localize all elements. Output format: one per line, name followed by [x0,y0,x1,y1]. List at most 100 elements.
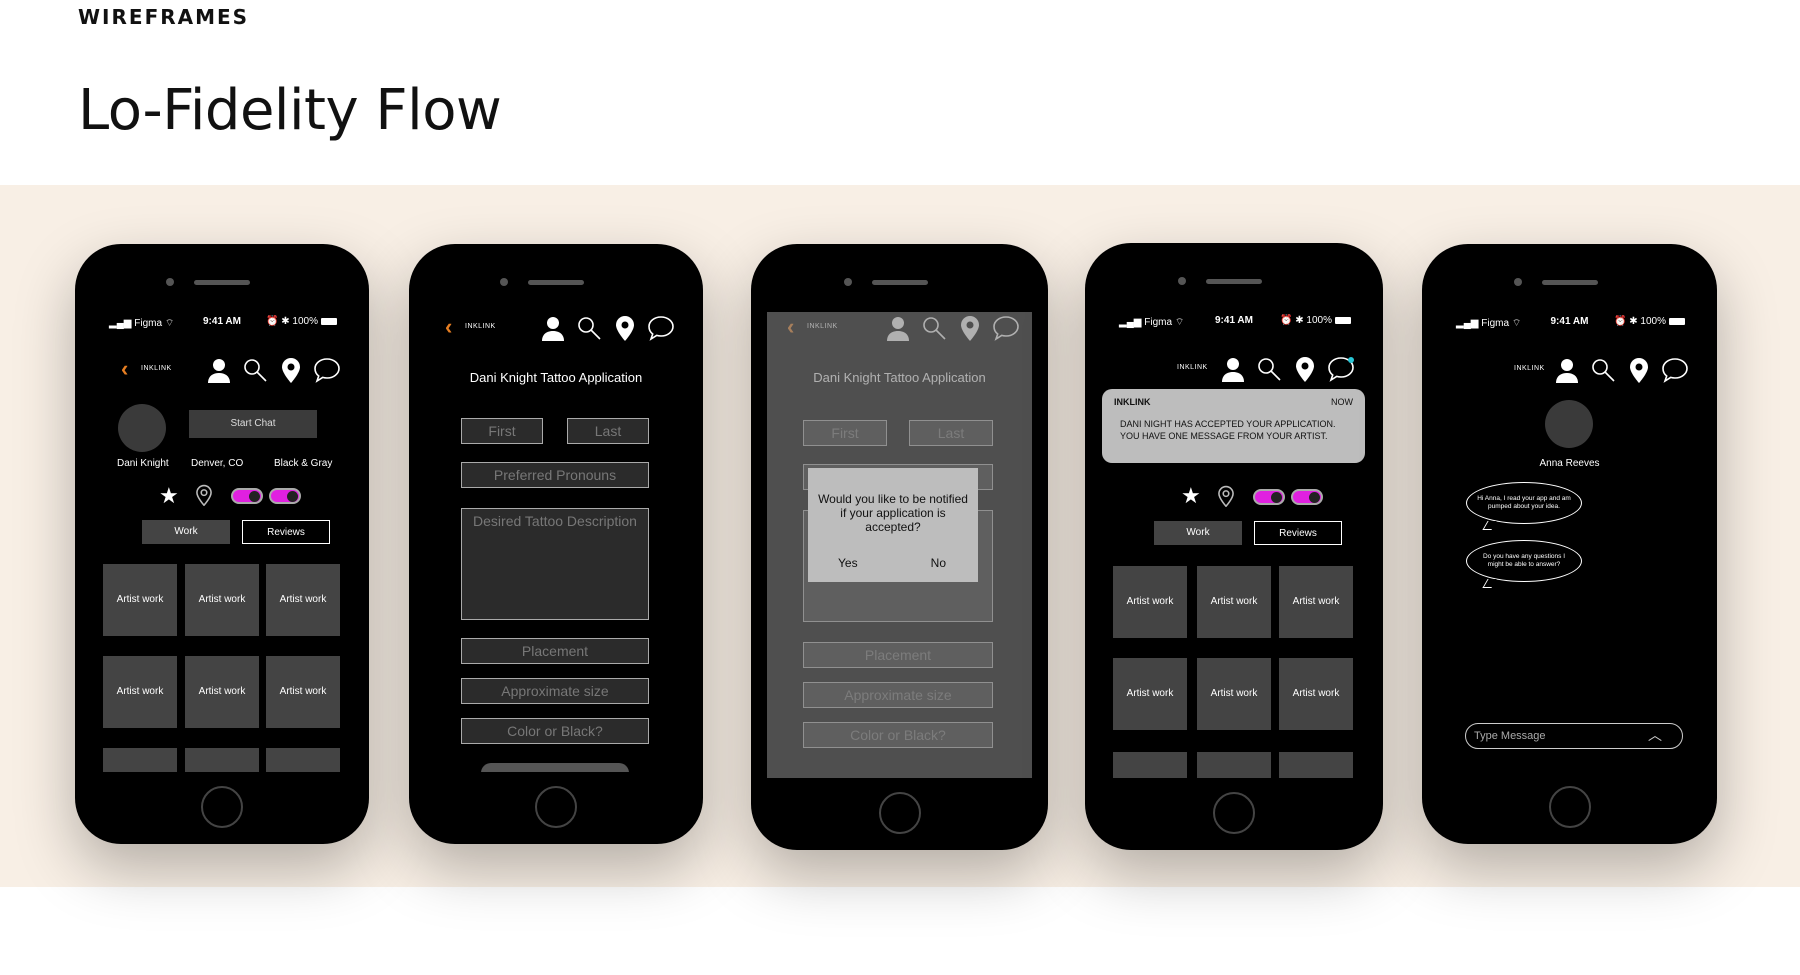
brand-label: INKLINK [1177,364,1208,371]
chat-contact-name: Anna Reeves [1539,458,1600,469]
top-nav: INKLINK [1101,353,1367,385]
tab-work[interactable]: Work [142,520,230,544]
location-pin-icon[interactable] [1291,355,1319,383]
artist-work-tile[interactable]: Artist work [103,564,177,636]
artist-work-tile[interactable]: Artist work [266,656,340,728]
avatar [1545,400,1593,448]
toggle-switch[interactable] [1291,489,1323,505]
home-button[interactable] [1548,786,1591,828]
dialog-yes-button[interactable]: Yes [838,556,858,570]
nav-icons [205,356,341,384]
location-pin-outline-icon[interactable] [1215,485,1237,508]
artist-work-tile[interactable] [185,748,259,772]
page-title: Lo-Fidelity Flow [78,78,502,143]
pronouns-field[interactable]: Preferred Pronouns [461,462,649,488]
artist-work-tile[interactable] [1197,752,1271,778]
user-icon[interactable] [1553,356,1581,384]
battery-indicator: ⏰ ✱ 100% [266,316,337,327]
battery-indicator: ⏰ ✱ 100% [1280,315,1351,326]
status-bar: ▂▄▆ Figma ⌔ 9:41 AM ⏰ ✱ 100% [91,312,353,332]
artist-work-tile[interactable]: Artist work [185,656,259,728]
home-button[interactable] [535,786,577,828]
dialog-question: Would you like to be notified if your ap… [818,492,968,534]
application-title: Dani Knight Tattoo Application [469,370,643,385]
location-pin-icon[interactable] [277,356,305,384]
chat-bubble-unread-icon[interactable] [1327,355,1355,383]
toggle-switch[interactable] [1253,489,1285,505]
star-icon[interactable]: ★ [1181,483,1201,509]
brand-label: INKLINK [141,365,172,372]
toggle-switch[interactable] [231,488,263,504]
user-icon[interactable] [1219,355,1247,383]
chat-message: Hi Anna, I read your app and am pumped a… [1466,482,1582,524]
first-name-field[interactable]: First [461,418,543,444]
phone-application: ‹ INKLINK Dani Knight Tattoo Application… [409,244,703,844]
status-bar: ▂▄▆ Figma ⌔ 9:41 AM ⏰ ✱ 100% [1101,311,1367,331]
section-eyebrow: WIREFRAMES [78,5,250,29]
nav-icons [1219,355,1355,383]
location-pin-icon[interactable] [1625,356,1653,384]
tab-reviews[interactable]: Reviews [1254,521,1342,545]
artist-work-tile[interactable]: Artist work [1113,658,1187,730]
chevron-left-icon[interactable]: ‹ [121,356,128,382]
artist-location: Denver, CO [191,458,244,469]
search-icon[interactable] [1255,355,1283,383]
toggle-switch[interactable] [269,488,301,504]
nav-icons [1553,356,1689,384]
artist-work-tile[interactable] [266,748,340,772]
artist-work-tile[interactable]: Artist work [266,564,340,636]
chevron-left-icon[interactable]: ‹ [445,314,452,340]
dialog-no-button[interactable]: No [931,556,946,570]
color-field[interactable]: Color or Black? [461,718,649,744]
artist-work-tile[interactable]: Artist work [1113,566,1187,638]
location-pin-icon[interactable] [611,314,639,342]
tab-work[interactable]: Work [1154,521,1242,545]
chat-bubble-icon[interactable] [313,356,341,384]
artist-work-tile[interactable]: Artist work [1279,658,1353,730]
screen-chat: ▂▄▆ Figma ⌔ 9:41 AM ⏰ ✱ 100% INKLINK Ann… [1438,312,1701,772]
search-icon[interactable] [241,356,269,384]
phone-notification: ▂▄▆ Figma ⌔ 9:41 AM ⏰ ✱ 100% INKLINK INK… [1085,243,1383,850]
location-pin-outline-icon[interactable] [193,484,215,507]
home-button[interactable] [1213,792,1255,834]
notification-time: NOW [1331,397,1353,407]
search-icon[interactable] [1589,356,1617,384]
chat-bubble-icon[interactable] [647,314,675,342]
notify-dialog: Would you like to be notified if your ap… [808,468,978,582]
description-field[interactable]: Desired Tattoo Description [461,508,649,620]
submit-button[interactable] [481,763,629,772]
chat-message: Do you have any questions I might be abl… [1466,540,1582,582]
home-button[interactable] [878,792,921,834]
top-nav: ‹ INKLINK [425,312,687,344]
user-icon[interactable] [205,356,233,384]
last-name-field[interactable]: Last [567,418,649,444]
status-bar: ▂▄▆ Figma ⌔ 9:41 AM ⏰ ✱ 100% [1438,312,1701,332]
brand-label: INKLINK [1514,365,1545,372]
artist-work-tile[interactable]: Artist work [1197,566,1271,638]
search-icon[interactable] [575,314,603,342]
artist-work-tile[interactable]: Artist work [103,656,177,728]
avatar [118,404,166,452]
artist-work-tile[interactable] [103,748,177,772]
artist-style: Black & Gray [274,458,333,469]
notification-banner[interactable]: INKLINK NOW DANI NIGHT HAS ACCEPTED YOUR… [1102,389,1365,463]
placement-field[interactable]: Placement [461,638,649,664]
start-chat-button[interactable]: Start Chat [189,410,317,438]
notification-line-1: DANI NIGHT HAS ACCEPTED YOUR APPLICATION… [1120,419,1336,429]
chat-bubble-icon[interactable] [1661,356,1689,384]
top-nav: INKLINK [1438,354,1701,386]
artist-work-tile[interactable] [1279,752,1353,778]
artist-work-tile[interactable] [1113,752,1187,778]
size-field[interactable]: Approximate size [461,678,649,704]
artist-work-tile[interactable]: Artist work [1279,566,1353,638]
phone-profile: ▂▄▆ Figma ⌔ 9:41 AM ⏰ ✱ 100% ‹ INKLINK S… [75,244,369,844]
artist-work-tile[interactable]: Artist work [185,564,259,636]
screen-application: ‹ INKLINK Dani Knight Tattoo Application… [425,312,687,772]
user-icon[interactable] [539,314,567,342]
artist-work-tile[interactable]: Artist work [1197,658,1271,730]
tab-reviews[interactable]: Reviews [242,520,330,544]
chevron-up-icon[interactable]: ︿ [1648,725,1662,745]
home-button[interactable] [201,786,243,828]
star-icon[interactable]: ★ [159,483,179,509]
battery-icon [1669,318,1685,325]
